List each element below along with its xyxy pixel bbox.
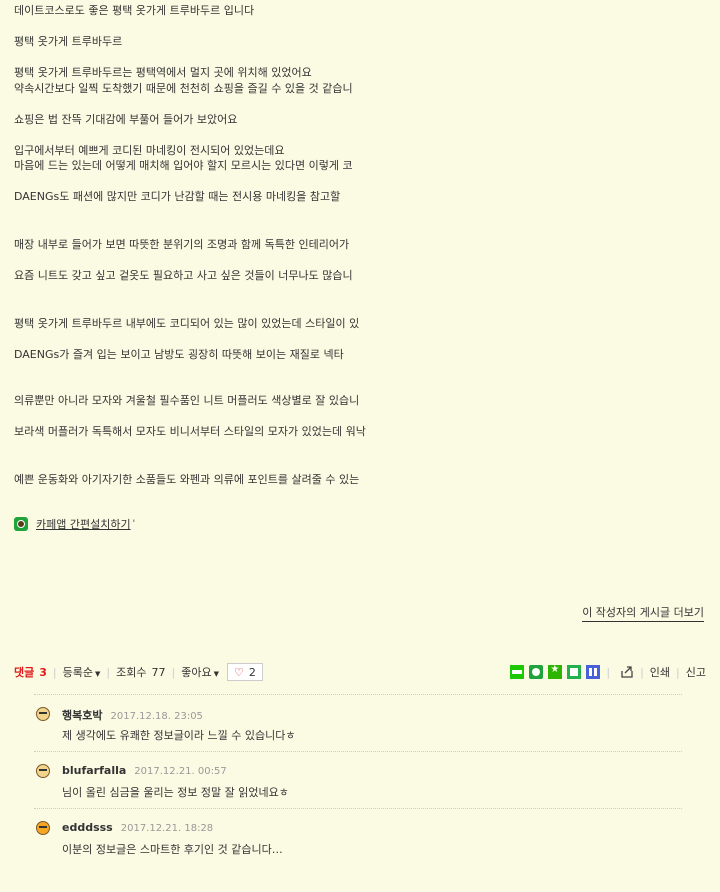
comment-item: blufarfalla 2017.12.21. 00:57 님이 올린 심금을 울… (34, 752, 682, 809)
sort-dropdown[interactable]: 등록순 ▼ (63, 664, 101, 680)
comment-label[interactable]: 댓글 (14, 664, 34, 680)
comment-header: edddsss 2017.12.21. 18:28 (62, 821, 213, 834)
like-dropdown[interactable]: 좋아요 ▼ (181, 664, 219, 680)
divider: | (606, 665, 611, 679)
comment-text: 님이 올린 심금을 울리는 정보 정말 잘 읽었네요ㅎ (62, 786, 289, 799)
comment-item: edddsss 2017.12.21. 18:28 이분의 정보글은 스마트한 후… (34, 809, 682, 865)
cafe-app-install[interactable]: 카페앱 간편설치하기 ' (14, 516, 135, 532)
blog-icon[interactable] (510, 665, 525, 679)
memo-icon[interactable] (567, 665, 582, 679)
heart-icon: ♡ (233, 665, 244, 679)
views-count: 77 (151, 665, 166, 679)
article-line: 매장 내부로 들어가 보면 따뜻한 분위기의 조명과 함께 독특한 인테리어가 (14, 238, 350, 251)
comment-date: 2017.12.21. 00:57 (134, 766, 227, 777)
avatar[interactable] (36, 821, 50, 835)
like-button[interactable]: ♡ 2 (226, 663, 263, 681)
more-posts-link[interactable]: 이 작성자의 게시글 더보기 (582, 604, 704, 622)
comment-item: 행복호박 2017.12.18. 23:05 제 생각에도 유쾌한 정보글이라 느… (34, 695, 682, 752)
like-count: 2 (248, 665, 256, 679)
comment-bar: 댓글 3 | 등록순▼ | 조회수 77 | 좋아요▼ ♡ 2 | | 인쇄 |… (14, 662, 706, 682)
divider: | (171, 665, 176, 679)
cafe-icon[interactable] (529, 665, 544, 679)
sort-label: 등록순 (62, 666, 93, 679)
article-line: 보라색 머플러가 독특해서 모자도 비니서부터 스타일의 모자가 있었는데 워낙 (14, 425, 366, 438)
caret-down-icon: ▼ (95, 670, 101, 678)
comment-date: 2017.12.21. 18:28 (120, 823, 214, 834)
comment-header: 행복호박 2017.12.18. 23:05 (62, 707, 203, 723)
comment-author[interactable]: blufarfalla (62, 764, 126, 777)
article-line: 평택 옷가게 트루바두르는 평택역에서 멀지 곳에 위치해 있었어요 (14, 66, 312, 79)
share-icon[interactable] (620, 665, 634, 679)
cafe-app-icon (14, 517, 28, 531)
divider: | (52, 665, 57, 679)
comment-author[interactable]: edddsss (62, 821, 113, 834)
article-line: DAENGs도 패션에 많지만 코디가 난감할 때는 전시용 마네킹을 참고할 (14, 190, 341, 203)
comment-list: 행복호박 2017.12.18. 23:05 제 생각에도 유쾌한 정보글이라 느… (34, 694, 682, 865)
article-line: 데이트코스로도 좋은 평택 옷가게 트루바두르 입니다 (14, 4, 255, 17)
comment-date: 2017.12.18. 23:05 (110, 711, 203, 722)
avatar[interactable] (36, 764, 50, 778)
article-line: 약속시간보다 일찍 도착했기 때문에 천천히 쇼핑을 즐길 수 있을 것 같습니 (14, 82, 353, 95)
article-line: 마음에 드는 있는데 어떻게 매치해 입어야 할지 모르시는 있다면 이렇게 코 (14, 159, 353, 172)
views-label: 조회수 (116, 666, 147, 679)
share-icons: | | 인쇄 | 신고 (505, 664, 706, 680)
caret-down-icon: ▼ (213, 670, 219, 678)
like-label: 좋아요 (181, 666, 212, 679)
divider: | (106, 665, 111, 679)
article-line: 평택 옷가게 트루바두르 (14, 35, 123, 48)
cafe-app-install-link[interactable]: 카페앱 간편설치하기 (36, 516, 131, 532)
avatar[interactable] (36, 707, 50, 721)
comment-header: blufarfalla 2017.12.21. 00:57 (62, 764, 227, 777)
article-line: 평택 옷가게 트루바두르 내부에도 코디되어 있는 많이 있었는데 스타일이 있 (14, 317, 360, 330)
divider: | (640, 665, 644, 679)
article-line: 예쁜 운동화와 아기자기한 소품들도 와펜과 의류에 포인트를 살려줄 수 있는 (14, 473, 360, 486)
report-link[interactable]: 신고 (686, 664, 706, 680)
print-link[interactable]: 인쇄 (650, 664, 670, 680)
article-line: 입구에서부터 예쁘게 코디된 마네킹이 전시되어 있었는데요 (14, 144, 285, 157)
comment-count[interactable]: 3 (39, 666, 47, 679)
cafe-app-tick: ' (132, 519, 136, 529)
divider: | (676, 665, 680, 679)
comment-text: 이분의 정보글은 스마트한 후기인 것 같습니다… (62, 843, 283, 856)
bookmark-icon[interactable] (548, 664, 563, 679)
band-icon[interactable] (586, 665, 601, 679)
article-line: 쇼핑은 법 잔뜩 기대감에 부풀어 들어가 보았어요 (14, 113, 238, 126)
article-line: DAENGs가 즐겨 입는 보이고 남방도 굉장히 따뜻해 보이는 재질로 넥타 (14, 348, 344, 361)
comment-text: 제 생각에도 유쾌한 정보글이라 느낄 수 있습니다ㅎ (62, 729, 296, 742)
comment-author[interactable]: 행복호박 (62, 709, 102, 722)
article-line: 요즘 니트도 갖고 싶고 겉옷도 필요하고 사고 싶은 것들이 너무나도 많습니 (14, 269, 353, 282)
article-line: 의류뿐만 아니라 모자와 겨울철 필수품인 니트 머플러도 색상별로 잘 있습니 (14, 394, 360, 407)
